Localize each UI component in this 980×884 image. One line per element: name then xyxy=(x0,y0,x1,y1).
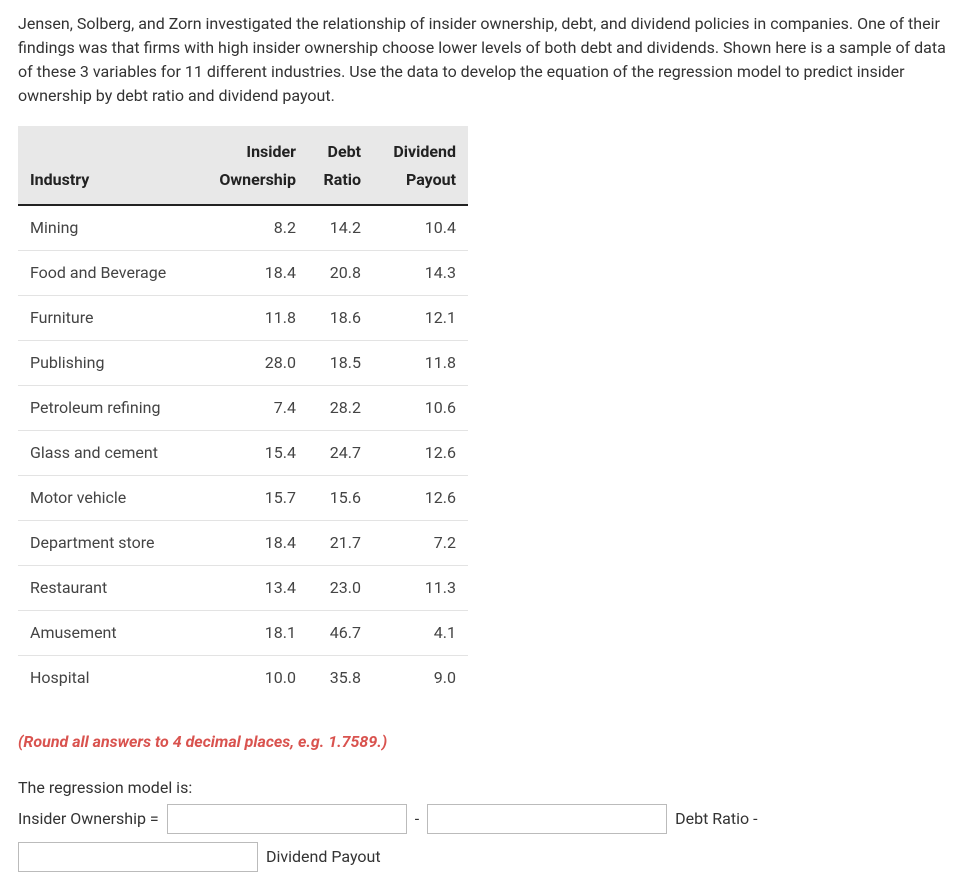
table-cell: Restaurant xyxy=(18,566,198,611)
problem-intro: Jensen, Solberg, and Zorn investigated t… xyxy=(18,12,962,108)
th-debt: Debt xyxy=(308,126,373,166)
debt-coef-input[interactable] xyxy=(427,804,667,834)
table-cell: Petroleum refining xyxy=(18,386,198,431)
table-cell: 12.6 xyxy=(373,476,468,521)
table-row: Mining8.214.210.4 xyxy=(18,205,468,251)
table-cell: 46.7 xyxy=(308,611,373,656)
table-row: Publishing28.018.511.8 xyxy=(18,341,468,386)
table-row: Petroleum refining7.428.210.6 xyxy=(18,386,468,431)
table-cell: 9.0 xyxy=(373,656,468,701)
regression-equation: Insider Ownership = - Debt Ratio - Divid… xyxy=(18,804,962,872)
table-cell: 18.5 xyxy=(308,341,373,386)
table-row: Food and Beverage18.420.814.3 xyxy=(18,251,468,296)
dividend-coef-input[interactable] xyxy=(18,842,258,872)
table-cell: 12.6 xyxy=(373,431,468,476)
table-cell: 10.4 xyxy=(373,205,468,251)
dividend-payout-label: Dividend Payout xyxy=(266,845,381,869)
table-cell: 10.6 xyxy=(373,386,468,431)
table-row: Hospital10.035.89.0 xyxy=(18,656,468,701)
table-cell: Publishing xyxy=(18,341,198,386)
table-cell: 15.4 xyxy=(198,431,308,476)
table-cell: Mining xyxy=(18,205,198,251)
table-cell: 23.0 xyxy=(308,566,373,611)
table-cell: 18.6 xyxy=(308,296,373,341)
table-cell: 28.0 xyxy=(198,341,308,386)
rounding-hint: (Round all answers to 4 decimal places, … xyxy=(18,730,962,754)
minus-sign: - xyxy=(415,807,419,831)
table-row: Amusement18.146.74.1 xyxy=(18,611,468,656)
table-cell: Department store xyxy=(18,521,198,566)
debt-ratio-label: Debt Ratio - xyxy=(675,807,757,831)
table-cell: 8.2 xyxy=(198,205,308,251)
model-label: The regression model is: xyxy=(18,776,962,800)
table-cell: Motor vehicle xyxy=(18,476,198,521)
table-cell: 24.7 xyxy=(308,431,373,476)
table-row: Restaurant13.423.011.3 xyxy=(18,566,468,611)
table-cell: 12.1 xyxy=(373,296,468,341)
table-header-bottom: Industry Ownership Ratio Payout xyxy=(18,166,468,205)
table-row: Motor vehicle15.715.612.6 xyxy=(18,476,468,521)
table-cell: 14.2 xyxy=(308,205,373,251)
table-cell: Furniture xyxy=(18,296,198,341)
table-cell: 15.6 xyxy=(308,476,373,521)
table-cell: 11.3 xyxy=(373,566,468,611)
table-cell: 14.3 xyxy=(373,251,468,296)
table-row: Department store18.421.77.2 xyxy=(18,521,468,566)
th-payout: Payout xyxy=(373,166,468,205)
table-cell: 35.8 xyxy=(308,656,373,701)
table-cell: Food and Beverage xyxy=(18,251,198,296)
table-row: Glass and cement15.424.712.6 xyxy=(18,431,468,476)
table-cell: 10.0 xyxy=(198,656,308,701)
table-cell: 28.2 xyxy=(308,386,373,431)
table-cell: 13.4 xyxy=(198,566,308,611)
table-cell: 18.1 xyxy=(198,611,308,656)
th-blank xyxy=(18,126,198,166)
intercept-input[interactable] xyxy=(167,804,407,834)
th-industry: Industry xyxy=(18,166,198,205)
table-cell: 11.8 xyxy=(198,296,308,341)
table-row: Furniture11.818.612.1 xyxy=(18,296,468,341)
table-cell: Amusement xyxy=(18,611,198,656)
table-cell: 18.4 xyxy=(198,251,308,296)
table-cell: 4.1 xyxy=(373,611,468,656)
table-cell: 7.2 xyxy=(373,521,468,566)
table-cell: 11.8 xyxy=(373,341,468,386)
th-insider: Insider xyxy=(198,126,308,166)
data-table: Insider Debt Dividend Industry Ownership… xyxy=(18,126,468,700)
equation-lhs: Insider Ownership = xyxy=(18,807,159,831)
table-cell: 7.4 xyxy=(198,386,308,431)
table-header-top: Insider Debt Dividend xyxy=(18,126,468,166)
table-cell: Hospital xyxy=(18,656,198,701)
th-ownership: Ownership xyxy=(198,166,308,205)
table-cell: 21.7 xyxy=(308,521,373,566)
table-cell: 20.8 xyxy=(308,251,373,296)
table-cell: 18.4 xyxy=(198,521,308,566)
table-cell: 15.7 xyxy=(198,476,308,521)
th-ratio: Ratio xyxy=(308,166,373,205)
table-cell: Glass and cement xyxy=(18,431,198,476)
th-dividend: Dividend xyxy=(373,126,468,166)
